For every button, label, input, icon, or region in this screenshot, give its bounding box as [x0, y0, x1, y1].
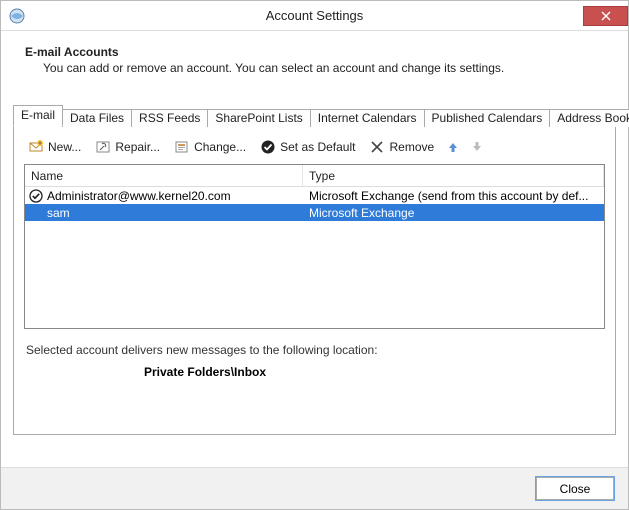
header-section: E-mail Accounts You can add or remove an… — [1, 31, 628, 81]
default-check-placeholder — [29, 206, 43, 220]
tab-sharepoint-lists[interactable]: SharePoint Lists — [207, 109, 310, 127]
change-button[interactable]: Change... — [172, 138, 248, 156]
list-body: Administrator@www.kernel20.com Microsoft… — [25, 187, 604, 221]
header-description: You can add or remove an account. You ca… — [25, 59, 604, 75]
close-button[interactable]: Close — [536, 477, 614, 500]
move-down-button[interactable] — [470, 140, 484, 154]
new-icon — [28, 139, 44, 155]
account-type: Microsoft Exchange — [303, 206, 604, 220]
window-title: Account Settings — [1, 8, 628, 23]
check-circle-icon — [260, 139, 276, 155]
remove-icon — [369, 139, 385, 155]
window-close-button[interactable] — [583, 6, 628, 26]
move-up-button[interactable] — [446, 140, 460, 154]
tab-published-calendars[interactable]: Published Calendars — [424, 109, 551, 127]
list-row[interactable]: sam Microsoft Exchange — [25, 204, 604, 221]
account-name: Administrator@www.kernel20.com — [47, 189, 231, 203]
account-type: Microsoft Exchange (send from this accou… — [303, 189, 604, 203]
tab-email[interactable]: E-mail — [13, 105, 63, 126]
column-header-type[interactable]: Type — [303, 165, 604, 186]
repair-label: Repair... — [115, 140, 160, 154]
tab-internet-calendars[interactable]: Internet Calendars — [310, 109, 425, 127]
tab-rss-feeds[interactable]: RSS Feeds — [131, 109, 208, 127]
repair-icon — [95, 139, 111, 155]
delivery-location: Private Folders\Inbox — [24, 365, 605, 407]
toolbar: New... Repair... Change... Set as Defaul… — [24, 136, 605, 164]
tab-address-books[interactable]: Address Books — [549, 109, 629, 127]
list-row[interactable]: Administrator@www.kernel20.com Microsoft… — [25, 187, 604, 204]
list-header: Name Type — [25, 165, 604, 187]
tab-data-files[interactable]: Data Files — [62, 109, 132, 127]
change-label: Change... — [194, 140, 246, 154]
tab-panel-email: New... Repair... Change... Set as Defaul… — [13, 125, 616, 435]
remove-button[interactable]: Remove — [367, 138, 436, 156]
titlebar: Account Settings — [1, 1, 628, 31]
repair-button[interactable]: Repair... — [93, 138, 162, 156]
footer: Close — [1, 467, 628, 509]
new-button[interactable]: New... — [26, 138, 83, 156]
remove-label: Remove — [389, 140, 434, 154]
account-name: sam — [47, 206, 70, 220]
column-header-name[interactable]: Name — [25, 165, 303, 186]
accounts-list: Name Type Administrator@www.kernel20.com… — [24, 164, 605, 329]
tabstrip: E-mail Data Files RSS Feeds SharePoint L… — [13, 103, 616, 125]
change-icon — [174, 139, 190, 155]
set-default-label: Set as Default — [280, 140, 355, 154]
delivery-text: Selected account delivers new messages t… — [24, 343, 605, 357]
header-title: E-mail Accounts — [25, 45, 604, 59]
new-label: New... — [48, 140, 81, 154]
default-check-icon — [29, 189, 43, 203]
set-default-button[interactable]: Set as Default — [258, 138, 357, 156]
app-icon — [9, 8, 25, 24]
